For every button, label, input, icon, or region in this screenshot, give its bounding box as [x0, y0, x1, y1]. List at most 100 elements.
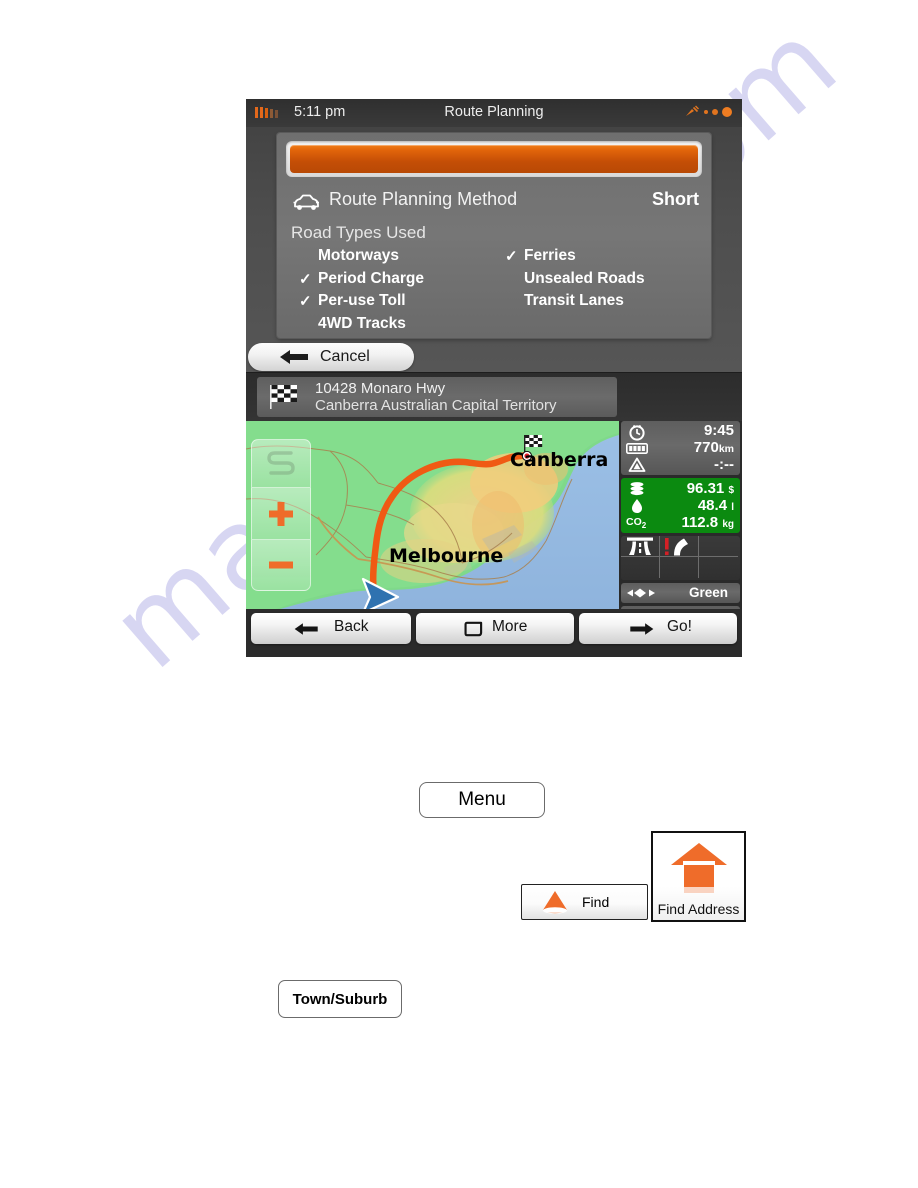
road-type-label: Period Charge	[318, 269, 424, 287]
motorway-icon	[627, 537, 653, 555]
road-type-ferries[interactable]: ✓ Ferries	[505, 247, 700, 270]
go-button[interactable]: Go!	[579, 613, 737, 644]
route-mode-row[interactable]: Green	[621, 583, 740, 603]
road-type-per-use-toll[interactable]: ✓ Per-use Toll	[299, 292, 494, 315]
status-dot-1	[704, 110, 708, 114]
map-label-canberra: Canberra	[510, 449, 609, 471]
route-planning-screen: 5:11 pm Route Planning Route Planning Me…	[246, 99, 742, 372]
go-button-label: Go!	[667, 618, 692, 635]
road-types-column-right: ✓ Ferries Unsealed Roads Transit Lanes	[505, 247, 700, 315]
zoom-in-button[interactable]	[251, 487, 311, 539]
destination-info: 10428 Monaro Hwy Canberra Australian Cap…	[257, 377, 617, 417]
zoom-out-icon	[269, 561, 293, 569]
destination-city: Canberra Australian Capital Territory	[315, 397, 557, 414]
route-planning-method-row[interactable]: Route Planning Method Short	[287, 188, 703, 218]
progress-bar	[286, 141, 702, 177]
road-type-transit-lanes[interactable]: Transit Lanes	[505, 292, 700, 315]
destination-bar[interactable]: 10428 Monaro Hwy Canberra Australian Cap…	[246, 373, 742, 421]
cost-unit: $	[728, 485, 734, 496]
grid-cell-motorway[interactable]	[621, 536, 660, 557]
route-overview-button[interactable]	[251, 439, 311, 487]
grid-cell-6[interactable]	[699, 557, 738, 578]
zoom-out-button[interactable]	[251, 539, 311, 591]
zoom-in-icon	[269, 501, 293, 526]
status-bar: 5:11 pm Route Planning	[246, 99, 742, 127]
road-types-column-left: Motorways ✓ Period Charge ✓ Per-use Toll…	[299, 247, 494, 337]
map-screen: 10428 Monaro Hwy Canberra Australian Cap…	[246, 372, 742, 657]
grid-cell-warning-curve[interactable]	[660, 536, 699, 557]
co2-label: CO2	[626, 516, 647, 531]
road-type-label: 4WD Tracks	[318, 314, 406, 332]
town-suburb-button[interactable]: Town/Suburb	[278, 980, 402, 1018]
road-type-label: Unsealed Roads	[524, 269, 645, 287]
menu-button-label: Menu	[458, 789, 506, 810]
cancel-button[interactable]: Cancel	[248, 343, 414, 371]
progress-bar-fill	[290, 145, 698, 173]
car-icon	[293, 194, 319, 210]
find-address-button-label: Find Address	[657, 901, 740, 917]
arrow-right-icon	[630, 623, 654, 635]
checkmark-icon: ✓	[299, 293, 312, 310]
fuel-value: 48.4	[697, 497, 728, 514]
clock-icon	[629, 424, 645, 441]
road-condition-grid	[621, 536, 740, 580]
more-button-label: More	[492, 618, 528, 635]
back-button[interactable]: Back	[251, 613, 411, 644]
eta-block[interactable]: 9:45 770km -:--	[621, 421, 740, 475]
eco-block[interactable]: 96.31 $ 48.4 l CO2 112.8 kg	[621, 478, 740, 533]
grid-cell-5[interactable]	[660, 557, 699, 578]
warning-value: -:--	[714, 456, 734, 473]
town-suburb-button-label: Town/Suburb	[292, 990, 388, 1008]
fuel-drop-icon	[632, 499, 642, 513]
house-icon	[671, 843, 727, 893]
find-button[interactable]: Find	[521, 884, 648, 920]
eta-value: 9:45	[703, 422, 734, 439]
road-type-motorways[interactable]: Motorways	[299, 247, 494, 270]
map-button-bar: Back More Go!	[246, 609, 742, 657]
road-type-label: Ferries	[524, 247, 576, 264]
status-dot-3	[722, 107, 732, 117]
cancel-button-label: Cancel	[320, 348, 370, 365]
grid-cell-4[interactable]	[621, 557, 660, 578]
menu-button[interactable]: Menu	[419, 782, 545, 818]
checkmark-icon: ✓	[299, 270, 312, 288]
status-dot-2	[712, 109, 718, 115]
back-button-label: Back	[334, 618, 369, 635]
route-summary-panel: 9:45 770km -:-- 96.31 $ 48.4 l CO2 112.8…	[619, 421, 742, 640]
arrow-left-icon	[280, 350, 308, 364]
money-icon	[630, 482, 644, 496]
route-planning-method-value: Short	[652, 189, 699, 209]
checkered-flag-icon	[270, 385, 297, 409]
checkmark-icon: ✓	[505, 248, 518, 265]
satellite-icon	[686, 105, 699, 116]
route-planning-method-label: Route Planning Method	[329, 189, 518, 209]
co2-value: 112.8	[681, 514, 719, 531]
road-type-period-charge[interactable]: ✓ Period Charge	[299, 270, 494, 293]
distance-unit: km	[718, 443, 734, 455]
route-mode-label: Green	[688, 585, 728, 600]
warning-triangle-icon	[628, 457, 646, 472]
road-type-label: Per-use Toll	[318, 292, 406, 309]
grid-cell-3[interactable]	[699, 536, 738, 557]
status-indicators	[684, 105, 732, 119]
co2-unit: kg	[722, 519, 734, 530]
find-cone-icon	[543, 891, 567, 914]
warning-curve-icon	[665, 538, 688, 556]
route-mode-icon	[627, 588, 655, 598]
map-zoom-controls	[251, 439, 311, 591]
road-type-4wd-tracks[interactable]: 4WD Tracks	[299, 315, 494, 338]
route-planning-panel: Route Planning Method Short Road Types U…	[277, 133, 711, 338]
page-icon	[464, 621, 483, 637]
road-types-used-title: Road Types Used	[291, 223, 426, 242]
arrow-left-icon	[294, 623, 318, 635]
cost-value: 96.31	[686, 480, 725, 497]
distance-value: 770	[693, 439, 719, 456]
distance-icon	[626, 443, 648, 454]
map-canvas[interactable]: Canberra Melbourne	[246, 421, 619, 609]
road-type-unsealed-roads[interactable]: Unsealed Roads	[505, 270, 700, 293]
route-overview-icon	[267, 451, 295, 475]
find-address-button[interactable]: Find Address	[651, 831, 746, 922]
more-button[interactable]: More	[416, 613, 574, 644]
fuel-unit: l	[731, 502, 734, 513]
find-button-label: Find	[582, 894, 610, 910]
